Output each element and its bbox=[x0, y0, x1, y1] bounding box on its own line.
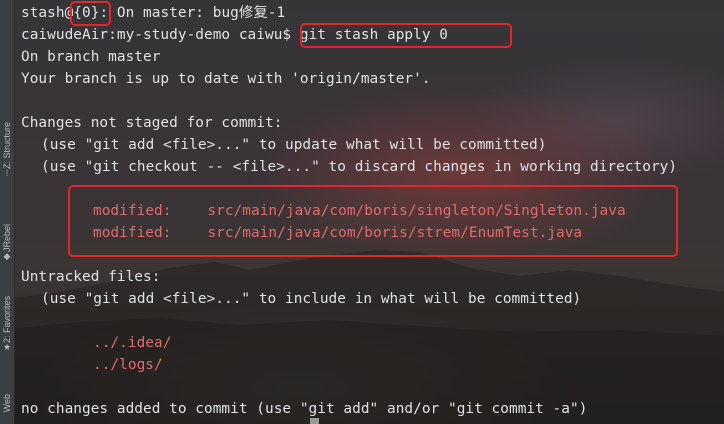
jrebel-icon: ◆ bbox=[3, 252, 11, 263]
sidebar-item-jrebel[interactable]: JRebel ◆ bbox=[1, 224, 13, 263]
highlight-modified-files bbox=[68, 185, 678, 257]
branch-line: On branch master bbox=[21, 49, 161, 65]
status-line: Your branch is up to date with 'origin/m… bbox=[21, 71, 431, 87]
stash-info-line: stash@{0}: On master: bug修复-1 bbox=[21, 2, 721, 24]
hint-untracked-line: (use "git add <file>..." to include in w… bbox=[41, 291, 582, 307]
highlight-stash-index bbox=[70, 1, 111, 26]
structure-icon: ⁝ bbox=[5, 169, 9, 180]
sidebar-item-web[interactable]: Web bbox=[1, 394, 13, 412]
hint-checkout-line: (use "git checkout -- <file>..." to disc… bbox=[41, 159, 678, 175]
stash-ref-message: : On master: bug修复-1 bbox=[99, 5, 286, 21]
changes-header: Changes not staged for commit: bbox=[21, 115, 283, 131]
untracked-file-row: ../.idea/ bbox=[93, 335, 172, 351]
summary-line: no changes added to commit (use "git add… bbox=[21, 401, 588, 417]
untracked-file-row: ../logs/ bbox=[93, 357, 163, 373]
sidebar-item-jrebel-label: JRebel bbox=[2, 224, 12, 253]
highlight-command bbox=[300, 23, 512, 48]
favorites-star-icon: ★ bbox=[2, 343, 12, 354]
sidebar-item-web-label: Web bbox=[2, 394, 12, 413]
untracked-header: Untracked files: bbox=[21, 269, 161, 285]
sidebar-item-structure[interactable]: Z: Structure ⁝ bbox=[1, 122, 13, 180]
stash-ref-prefix: stash@ bbox=[21, 5, 74, 21]
tool-window-sidebar: Z: Structure ⁝ JRebel ◆ 2: Favorites ★ W… bbox=[0, 0, 15, 424]
sidebar-item-favorites-label: 2: Favorites bbox=[2, 296, 12, 344]
terminal-cursor bbox=[310, 418, 319, 424]
sidebar-item-favorites[interactable]: 2: Favorites ★ bbox=[1, 296, 13, 354]
sidebar-item-structure-label: Z: Structure bbox=[2, 122, 12, 170]
hint-add-line: (use "git add <file>..." to update what … bbox=[41, 137, 547, 153]
shell-prompt: caiwudeAir:my-study-demo caiwu$ bbox=[21, 27, 292, 43]
